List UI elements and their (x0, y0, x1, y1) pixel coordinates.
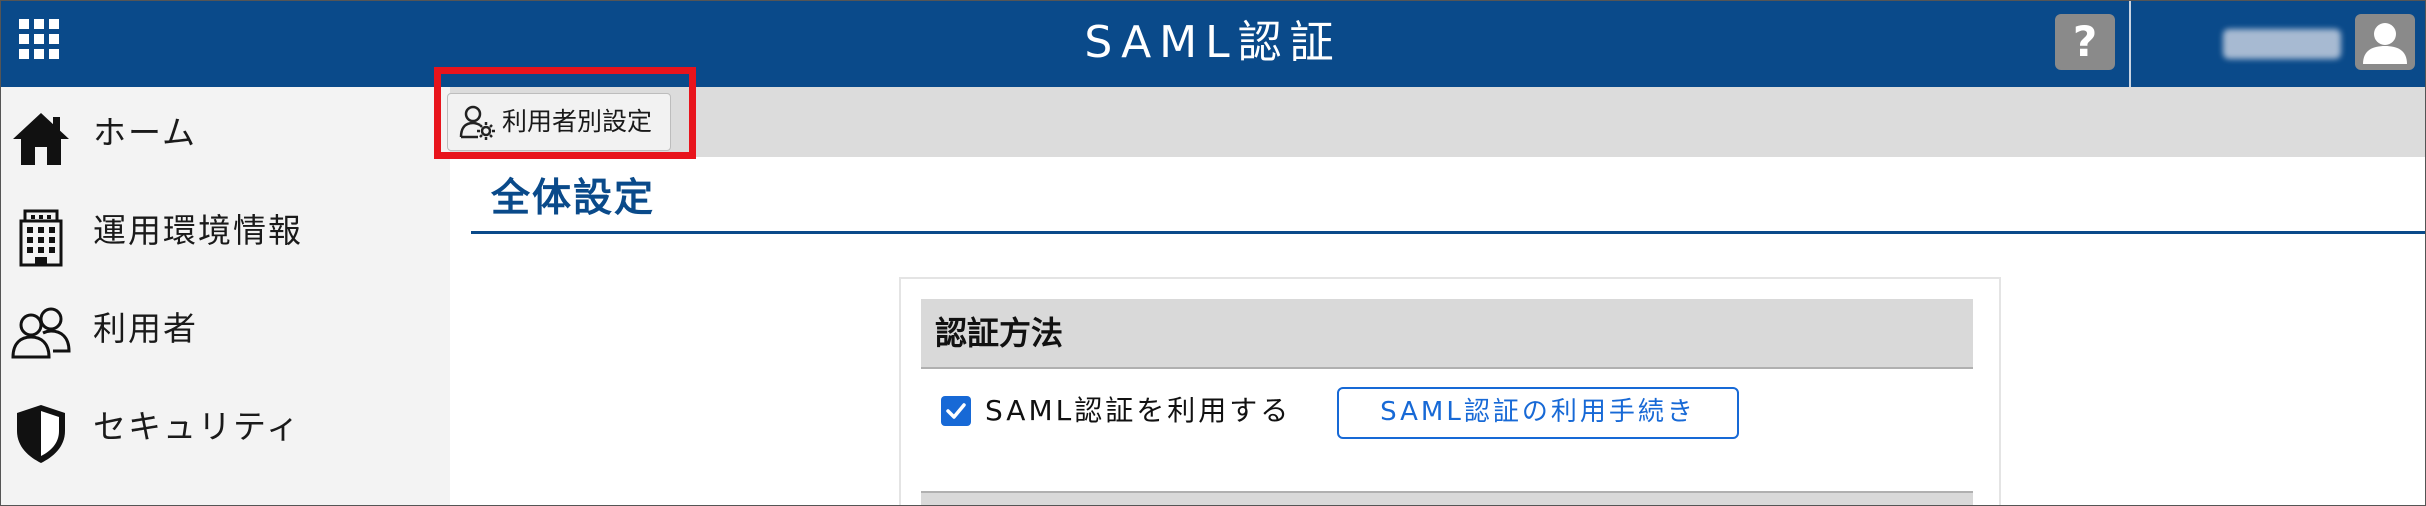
user-settings-button[interactable]: 利用者別設定 (447, 93, 671, 151)
check-icon (946, 403, 966, 419)
toolbar (450, 87, 2425, 157)
header-divider (2129, 1, 2131, 87)
sidebar-item-label: 利用者 (93, 309, 198, 348)
sidebar-item-label: セキュリティ (93, 407, 302, 446)
sidebar-item-security[interactable]: セキュリティ (1, 381, 450, 479)
help-button[interactable]: ? (2055, 14, 2115, 70)
page-title: 全体設定 (491, 176, 656, 221)
user-avatar-icon[interactable] (2355, 14, 2415, 70)
next-section-header (921, 491, 1973, 505)
app-window: SAML認証 ? ホーム 運用環境情報 利用者 セキュリティ 利用者別設定 全体… (0, 0, 2426, 506)
help-icon: ? (2072, 17, 2098, 66)
sidebar-item-home[interactable]: ホーム (1, 87, 450, 185)
app-header: SAML認証 ? (1, 1, 2425, 87)
sidebar-item-users[interactable]: 利用者 (1, 283, 450, 381)
saml-procedure-button[interactable]: SAML認証の利用手続き (1337, 387, 1739, 439)
shield-icon (9, 401, 73, 465)
building-icon (9, 205, 73, 269)
saml-enable-checkbox[interactable] (941, 396, 971, 426)
title-divider (471, 231, 2425, 234)
home-icon (9, 107, 73, 171)
sidebar-item-label: ホーム (93, 113, 198, 152)
sidebar: ホーム 運用環境情報 利用者 セキュリティ (1, 87, 450, 505)
user-settings-label: 利用者別設定 (502, 107, 653, 136)
sidebar-item-environment[interactable]: 運用環境情報 (1, 185, 450, 283)
user-gear-icon (458, 103, 496, 141)
auth-section-header: 認証方法 (921, 299, 1973, 369)
user-name-blurred (2223, 29, 2341, 59)
sidebar-item-label: 運用環境情報 (93, 211, 303, 250)
auth-section-title: 認証方法 (935, 314, 1064, 352)
saml-enable-label[interactable]: SAML認証を利用する (985, 389, 1291, 433)
users-icon (9, 303, 73, 367)
apps-grid-icon[interactable] (19, 19, 59, 59)
